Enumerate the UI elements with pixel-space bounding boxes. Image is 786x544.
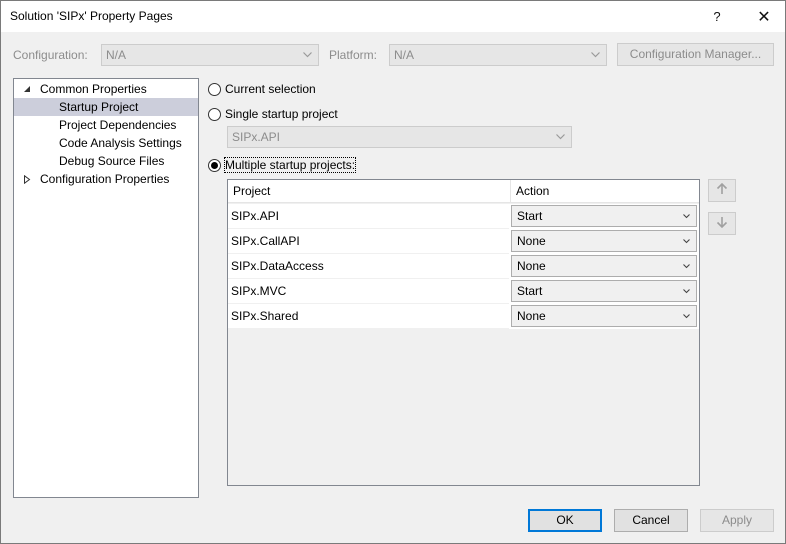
tree-item-configuration-properties[interactable]: Configuration Properties	[14, 170, 198, 188]
action-select[interactable]: None	[511, 255, 697, 277]
tree-item-startup-project[interactable]: Startup Project	[14, 98, 198, 116]
project-name: SIPx.MVC	[228, 279, 509, 304]
arrow-up-icon	[716, 182, 728, 198]
chevron-down-icon	[590, 45, 600, 65]
tree-item-label: Common Properties	[40, 82, 147, 96]
project-name: SIPx.CallAPI	[228, 229, 509, 254]
ok-button[interactable]: OK	[528, 509, 602, 532]
single-startup-radio[interactable]: Single startup project	[208, 105, 338, 123]
window-title: Solution 'SIPx' Property Pages	[10, 9, 173, 23]
action-select[interactable]: Start	[511, 205, 697, 227]
tree-item-code-analysis-settings[interactable]: Code Analysis Settings	[14, 134, 198, 152]
current-selection-label: Current selection	[225, 82, 316, 96]
action-value: Start	[517, 209, 543, 223]
multiple-startup-label: Multiple startup projects:	[223, 157, 357, 173]
apply-button[interactable]: Apply	[700, 509, 774, 532]
action-value: None	[517, 234, 546, 248]
help-button[interactable]: ?	[694, 1, 740, 32]
tree-item-label: Startup Project	[59, 100, 139, 114]
table-row[interactable]: SIPx.DataAccess None	[228, 254, 699, 279]
action-value: Start	[517, 284, 543, 298]
title-bar[interactable]: Solution 'SIPx' Property Pages ? ✕	[1, 1, 785, 32]
table-row[interactable]: SIPx.CallAPI None	[228, 229, 699, 254]
platform-combo[interactable]: N/A	[389, 44, 607, 66]
project-name: SIPx.API	[228, 204, 509, 229]
chevron-down-icon	[681, 281, 691, 301]
tree-item-label: Project Dependencies	[59, 118, 177, 132]
project-name: SIPx.DataAccess	[228, 254, 509, 279]
chevron-down-icon	[681, 206, 691, 226]
action-select[interactable]: None	[511, 230, 697, 252]
tree-item-project-dependencies[interactable]: Project Dependencies	[14, 116, 198, 134]
tree-item-debug-source-files[interactable]: Debug Source Files	[14, 152, 198, 170]
chevron-down-icon	[555, 127, 565, 147]
configuration-label: Configuration:	[13, 48, 88, 62]
configuration-combo[interactable]: N/A	[101, 44, 319, 66]
action-value: None	[517, 309, 546, 323]
multiple-startup-radio[interactable]: Multiple startup projects:	[208, 156, 357, 174]
table-row[interactable]: SIPx.Shared None	[228, 304, 699, 329]
configuration-value: N/A	[106, 48, 127, 62]
current-selection-radio[interactable]: Current selection	[208, 80, 316, 98]
chevron-down-icon	[681, 306, 691, 326]
grid-header: Project Action	[228, 180, 699, 203]
expanded-arrow-icon[interactable]	[22, 80, 32, 98]
radio-button[interactable]	[208, 82, 221, 96]
tree-item-label: Debug Source Files	[59, 154, 165, 168]
radio-button[interactable]	[208, 158, 221, 172]
property-pages-dialog: Solution 'SIPx' Property Pages ? ✕ Confi…	[0, 0, 786, 544]
table-row[interactable]: SIPx.API Start	[228, 204, 699, 229]
close-button[interactable]: ✕	[741, 1, 786, 32]
move-up-button[interactable]	[708, 179, 736, 202]
platform-label: Platform:	[329, 48, 378, 62]
tree-item-label: Code Analysis Settings	[59, 136, 182, 150]
action-select[interactable]: Start	[511, 280, 697, 302]
table-row[interactable]: SIPx.MVC Start	[228, 279, 699, 304]
arrow-down-icon	[716, 216, 728, 231]
platform-value: N/A	[394, 48, 415, 62]
single-startup-value: SIPx.API	[232, 130, 281, 144]
chevron-down-icon	[681, 231, 691, 251]
property-tree: Common Properties Startup Project Projec…	[13, 78, 199, 498]
move-down-button[interactable]	[708, 212, 736, 235]
collapsed-arrow-icon[interactable]	[22, 170, 32, 188]
startup-projects-grid: Project Action SIPx.API Start SIPx.CallA…	[227, 179, 700, 486]
column-header-action[interactable]: Action	[511, 180, 699, 203]
chevron-down-icon	[302, 45, 312, 65]
chevron-down-icon	[681, 256, 691, 276]
radio-button[interactable]	[208, 107, 221, 121]
action-value: None	[517, 259, 546, 273]
single-startup-label: Single startup project	[225, 107, 338, 121]
configuration-manager-button[interactable]: Configuration Manager...	[617, 43, 774, 66]
project-name: SIPx.Shared	[228, 304, 509, 329]
action-select[interactable]: None	[511, 305, 697, 327]
column-header-project[interactable]: Project	[228, 180, 510, 203]
cancel-button[interactable]: Cancel	[614, 509, 688, 532]
tree-item-label: Configuration Properties	[40, 172, 170, 186]
single-startup-combo[interactable]: SIPx.API	[227, 126, 572, 148]
tree-item-common-properties[interactable]: Common Properties	[14, 80, 198, 98]
